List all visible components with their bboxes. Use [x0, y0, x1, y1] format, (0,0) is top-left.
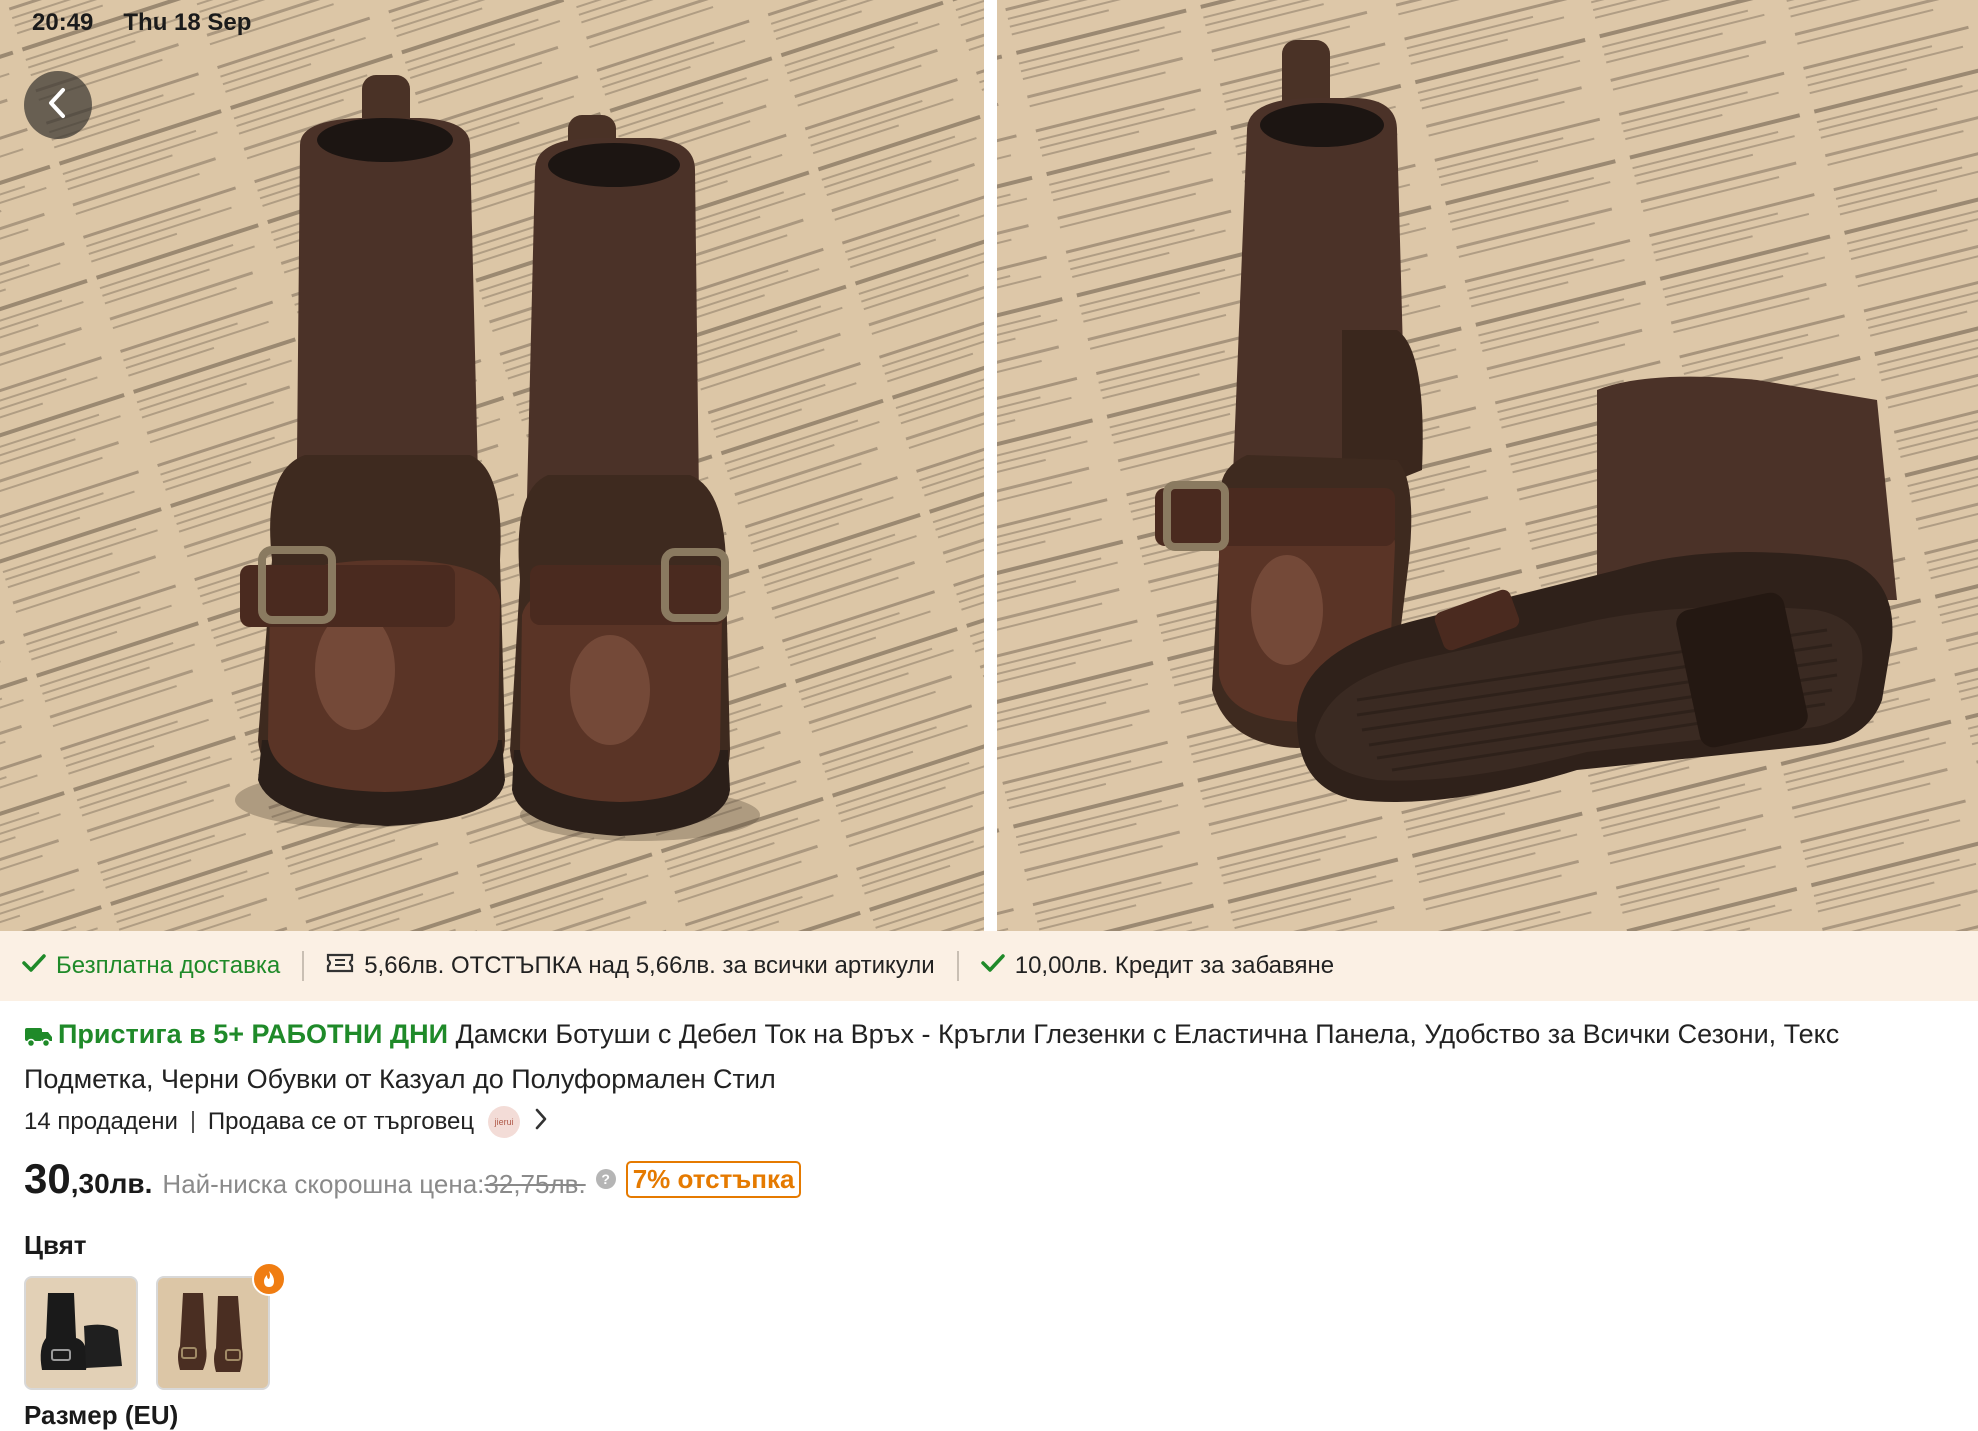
- color-swatch-brown[interactable]: [156, 1276, 270, 1390]
- title-line-1: Пристига в 5+ РАБОТНИ ДНИ Дамски Ботуши …: [24, 1014, 1978, 1059]
- promo-discount-text: 5,66лв. ОТСТЪПКА над 5,66лв. за всички а…: [364, 952, 935, 979]
- discount-badge: 7% отстъпка: [625, 1160, 802, 1198]
- promo-free-shipping-text: Безплатна доставка: [56, 952, 281, 979]
- color-swatch-black[interactable]: [24, 1276, 138, 1390]
- seller-logo-text: jierui: [494, 1117, 514, 1127]
- promo-credit[interactable]: 10,00лв. Кредит за забавяне: [959, 952, 1356, 980]
- promo-credit-text: 10,00лв. Кредит за забавяне: [1014, 952, 1335, 979]
- price-row: 30 ,30лв. Най-ниска скорошна цена: 32,75…: [24, 1155, 802, 1203]
- seller-link[interactable]: Продава се от търговец: [208, 1108, 474, 1136]
- price-cents: ,30лв.: [70, 1168, 153, 1199]
- check-icon: [980, 952, 1005, 980]
- info-icon[interactable]: ?: [595, 1169, 616, 1189]
- product-image-front[interactable]: [0, 0, 984, 931]
- old-price: 32,75лв.: [484, 1169, 586, 1199]
- product-gallery[interactable]: [0, 0, 1978, 931]
- promo-free-shipping[interactable]: Безплатна доставка: [0, 952, 302, 980]
- title-text-1: Дамски Ботуши с Дебел Ток на Връх - Кръг…: [455, 1019, 1840, 1049]
- promo-discount[interactable]: 5,66лв. ОТСТЪПКА над 5,66лв. за всички а…: [304, 952, 957, 981]
- hot-flame-icon: [252, 1262, 286, 1296]
- color-label: Цвят: [24, 1230, 87, 1260]
- ticket-icon: [326, 952, 354, 981]
- status-date: Thu 18 Sep: [123, 9, 252, 36]
- product-title: Пристига в 5+ РАБОТНИ ДНИ Дамски Ботуши …: [24, 1014, 1978, 1099]
- status-time: 20:49: [32, 9, 94, 36]
- meta-row: 14 продадени Продава се от търговец jier…: [24, 1106, 548, 1138]
- check-icon: [22, 952, 46, 980]
- chevron-left-icon: [45, 87, 71, 124]
- seller-logo[interactable]: jierui: [488, 1106, 521, 1138]
- promo-strip: Безплатна доставка 5,66лв. ОТСТЪПКА над …: [0, 931, 1978, 1001]
- lowest-price-label: Най-ниска скорошна цена:: [162, 1169, 485, 1199]
- chevron-right-icon[interactable]: [534, 1108, 548, 1137]
- product-image-side[interactable]: [997, 0, 1978, 931]
- truck-icon: [24, 1019, 54, 1059]
- delivery-badge: Пристига в 5+ РАБОТНИ ДНИ: [58, 1019, 449, 1049]
- title-line-2: Подметка, Черни Обувки от Казуал до Полу…: [24, 1064, 776, 1094]
- status-bar: 20:49 Thu 18 Sep: [0, 0, 1978, 46]
- sold-count: 14 продадени: [24, 1108, 178, 1135]
- meta-divider: [191, 1111, 194, 1133]
- size-label: Размер (EU): [24, 1400, 179, 1430]
- price-main: 30: [24, 1155, 71, 1202]
- back-button[interactable]: [24, 71, 92, 139]
